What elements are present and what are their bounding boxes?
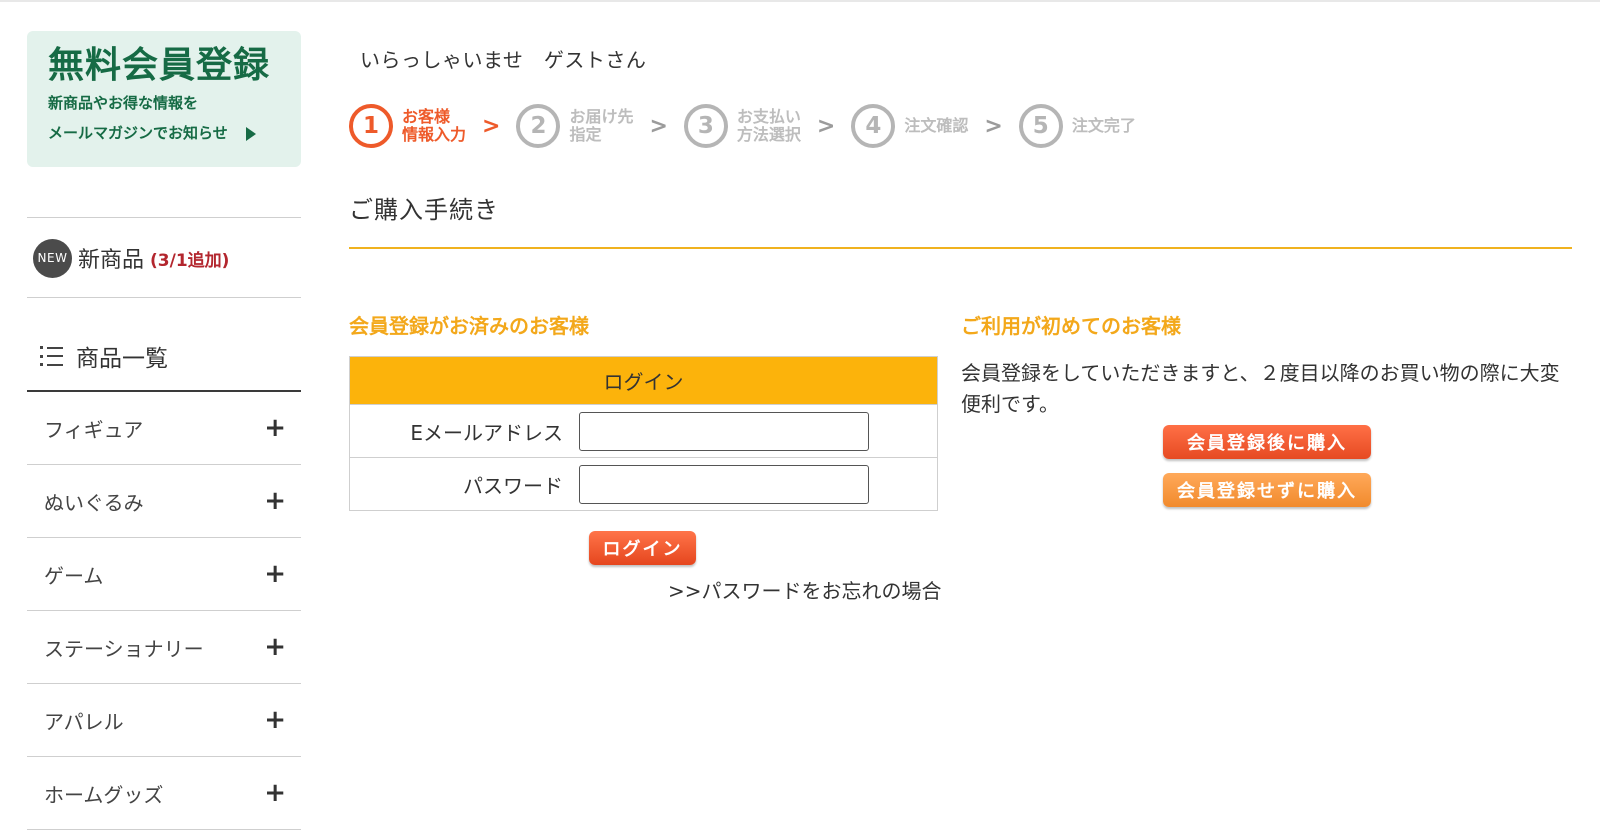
top-border (0, 0, 1600, 2)
list-icon (40, 346, 64, 366)
step-label: 注文確認 (904, 116, 969, 135)
page-title: ご購入手続き (349, 196, 499, 224)
category-label: フィギュア (44, 417, 144, 442)
catalog-heading-label: 商品一覧 (76, 346, 168, 372)
free-registration-banner[interactable]: 無料会員登録 新商品やお得な情報を メールマガジンでお知らせ (27, 31, 301, 167)
forgot-password-link[interactable]: >>パスワードをお忘れの場合 (668, 575, 942, 604)
play-arrow-icon (245, 126, 256, 141)
step-number: 4 (851, 104, 896, 148)
category-label: ゲーム (44, 563, 104, 588)
plus-icon[interactable]: + (264, 415, 286, 441)
category-item-plush[interactable]: ぬいぐるみ + (27, 465, 301, 538)
category-item-home-goods[interactable]: ホームグッズ + (27, 757, 301, 830)
promo-title: 無料会員登録 (48, 45, 271, 86)
promo-line-2: メールマガジンでお知らせ (48, 120, 301, 146)
login-button[interactable]: ログイン (589, 531, 696, 565)
member-section-heading: 会員登録がお済みのお客様 (349, 314, 589, 338)
category-item-apparel[interactable]: アパレル + (27, 684, 301, 757)
step-number: 2 (516, 104, 561, 148)
chevron-right-icon: > (649, 113, 668, 139)
step-4: 4 注文確認 (851, 104, 968, 148)
title-underline (349, 247, 1572, 249)
password-field[interactable] (579, 464, 869, 504)
catalog-heading: 商品一覧 (40, 338, 168, 374)
step-number: 3 (683, 104, 728, 148)
step-3: 3 お支払い 方法選択 (683, 104, 801, 148)
new-products-link[interactable]: NEW 新商品 (3/1追加) (33, 238, 229, 278)
step-label: 注文完了 (1071, 116, 1136, 135)
email-label: Eメールアドレス (410, 420, 563, 445)
step-label: お届け先 指定 (569, 107, 634, 144)
step-label: お支払い 方法選択 (736, 107, 801, 144)
step-2: 2 お届け先 指定 (516, 104, 633, 148)
plus-icon[interactable]: + (264, 707, 286, 733)
step-5: 5 注文完了 (1018, 104, 1136, 148)
plus-icon[interactable]: + (264, 634, 286, 660)
login-form: ログイン Eメールアドレス パスワード (349, 356, 938, 511)
login-table-header: ログイン (350, 357, 937, 404)
email-row: Eメールアドレス (350, 404, 937, 457)
new-products-note: (3/1追加) (150, 250, 230, 271)
plus-icon[interactable]: + (264, 561, 286, 587)
step-label: お客様 情報入力 (402, 107, 467, 144)
checkout-steps: 1 お客様 情報入力 > 2 お届け先 指定 > 3 お支払い 方法選択 > 4… (349, 102, 1136, 150)
promo-line-2-text: メールマガジンでお知らせ (48, 124, 228, 143)
promo-line-1: 新商品やお得な情報を (48, 94, 199, 113)
sidebar: 無料会員登録 新商品やお得な情報を メールマガジンでお知らせ (27, 31, 301, 167)
category-list: フィギュア + ぬいぐるみ + ゲーム + ステーショナリー + アパレル + … (27, 392, 301, 830)
register-then-buy-button[interactable]: 会員登録後に購入 (1163, 425, 1371, 459)
first-time-description: 会員登録をしていただきますと、２度目以降のお買い物の際に大変便利です。 (961, 361, 1560, 416)
chevron-right-icon: > (816, 113, 836, 139)
password-row: パスワード (350, 457, 937, 510)
step-1: 1 お客様 情報入力 (349, 104, 466, 148)
category-item-stationery[interactable]: ステーショナリー + (27, 611, 301, 684)
step-number: 1 (349, 104, 393, 148)
email-field[interactable] (579, 411, 869, 451)
category-label: ステーショナリー (44, 636, 204, 661)
greeting-text: いらっしゃいませ ゲストさん (360, 48, 647, 72)
category-label: ホームグッズ (44, 782, 164, 807)
step-number: 5 (1018, 104, 1063, 148)
chevron-right-icon: > (482, 113, 501, 139)
chevron-right-icon: > (984, 113, 1003, 139)
plus-icon[interactable]: + (264, 488, 286, 514)
new-products-label: 新商品 (78, 248, 145, 273)
first-time-section-heading: ご利用が初めてのお客様 (961, 314, 1181, 338)
password-label: パスワード (463, 473, 563, 498)
category-label: ぬいぐるみ (44, 490, 144, 515)
plus-icon[interactable]: + (264, 780, 286, 806)
divider (27, 297, 301, 298)
category-item-figure[interactable]: フィギュア + (27, 392, 301, 465)
buy-without-registering-button[interactable]: 会員登録せずに購入 (1163, 473, 1371, 507)
category-item-game[interactable]: ゲーム + (27, 538, 301, 611)
new-badge-icon: NEW (33, 238, 72, 278)
category-label: アパレル (44, 709, 124, 734)
divider (27, 217, 301, 218)
